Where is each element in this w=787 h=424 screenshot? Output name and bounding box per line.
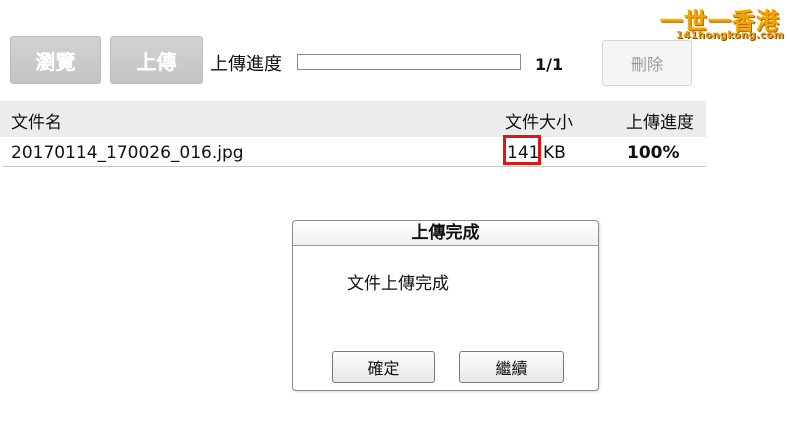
- upload-progress-bar: [297, 54, 521, 70]
- upload-progress-fill: [298, 55, 520, 69]
- size-highlight-box: [503, 135, 541, 165]
- delete-button[interactable]: 刪除: [602, 40, 692, 86]
- site-logo-url: 141hongkong.com: [676, 30, 785, 41]
- dialog-title: 上傳完成: [293, 221, 598, 246]
- upload-complete-dialog: 上傳完成 文件上傳完成 確定 繼續: [292, 220, 599, 391]
- column-header-progress: 上傳進度: [626, 113, 694, 133]
- row-divider: [3, 166, 706, 167]
- browse-button[interactable]: 瀏覽: [10, 36, 101, 84]
- file-progress-cell: 100%: [627, 143, 680, 163]
- confirm-button[interactable]: 確定: [332, 351, 435, 383]
- file-size-unit: KB: [543, 143, 566, 163]
- column-header-size: 文件大小: [505, 113, 573, 133]
- file-name-cell: 20170114_170026_016.jpg: [11, 143, 244, 163]
- upload-button[interactable]: 上傳: [110, 36, 203, 84]
- dialog-message: 文件上傳完成: [347, 274, 449, 294]
- continue-button[interactable]: 繼續: [459, 351, 564, 383]
- table-header: [0, 101, 706, 137]
- column-header-filename: 文件名: [11, 113, 62, 133]
- progress-label: 上傳進度: [210, 54, 282, 75]
- progress-count: 1/1: [535, 55, 564, 74]
